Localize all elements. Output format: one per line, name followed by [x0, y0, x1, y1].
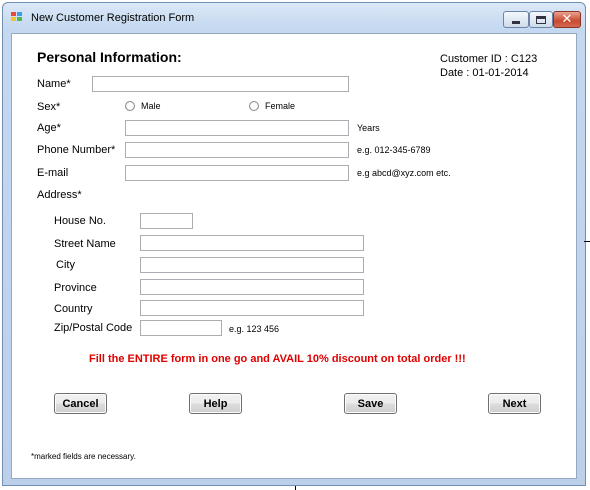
minimize-button[interactable] [503, 11, 529, 28]
sex-label: Sex* [37, 101, 61, 113]
age-hint: Years [357, 123, 380, 133]
sex-female-radio[interactable]: Female [249, 101, 295, 111]
street-label: Street Name [54, 238, 116, 250]
name-field[interactable] [92, 76, 349, 92]
window-title: New Customer Registration Form [31, 12, 195, 24]
email-field[interactable] [125, 165, 349, 181]
title-bar[interactable]: New Customer Registration Form ✕ [3, 3, 585, 33]
app-icon [11, 12, 24, 23]
city-field[interactable] [140, 257, 364, 273]
sex-female-label: Female [265, 101, 296, 111]
sex-male-radio[interactable]: Male [125, 101, 161, 111]
minimize-icon [512, 21, 520, 24]
country-field[interactable] [140, 300, 364, 316]
age-label: Age* [37, 122, 61, 134]
section-heading: Personal Information: [37, 49, 182, 65]
date-label: Date : 01-01-2014 [440, 67, 529, 79]
next-button[interactable]: Next [488, 393, 541, 414]
save-button[interactable]: Save [344, 393, 397, 414]
maximize-button[interactable] [529, 11, 553, 28]
sex-male-label: Male [141, 101, 161, 111]
age-field[interactable] [125, 120, 349, 136]
help-button[interactable]: Help [189, 393, 242, 414]
phone-hint: e.g. 012-345-6789 [357, 145, 431, 155]
address-label: Address* [37, 189, 82, 201]
promo-message: Fill the ENTIRE form in one go and AVAIL… [89, 353, 466, 365]
radio-button-icon [125, 101, 135, 111]
form-area: Personal Information: Customer ID : C123… [11, 33, 577, 479]
province-field[interactable] [140, 279, 364, 295]
street-field[interactable] [140, 235, 364, 251]
phone-field[interactable] [125, 142, 349, 158]
email-label: E-mail [37, 167, 69, 179]
close-button[interactable]: ✕ [553, 11, 581, 28]
zip-field[interactable] [140, 320, 222, 336]
city-label: City [56, 259, 75, 271]
province-label: Province [54, 282, 97, 294]
cancel-button[interactable]: Cancel [54, 393, 107, 414]
house-field[interactable] [140, 213, 193, 229]
maximize-icon [536, 15, 546, 24]
country-label: Country [54, 303, 93, 315]
customer-id: Customer ID : C123 [440, 53, 538, 65]
close-icon: ✕ [561, 12, 573, 27]
right-resize-handle[interactable] [584, 241, 590, 242]
required-footnote: *marked fields are necessary. [31, 452, 136, 461]
bottom-resize-handle[interactable] [295, 486, 296, 490]
zip-label: Zip/Postal Code [54, 322, 133, 334]
registration-window: New Customer Registration Form ✕ Persona… [2, 2, 586, 486]
zip-hint: e.g. 123 456 [229, 324, 280, 334]
name-label: Name* [37, 78, 71, 90]
phone-label: Phone Number* [37, 144, 116, 156]
email-hint: e.g abcd@xyz.com etc. [357, 168, 451, 178]
radio-button-icon [249, 101, 259, 111]
house-label: House No. [54, 215, 106, 227]
